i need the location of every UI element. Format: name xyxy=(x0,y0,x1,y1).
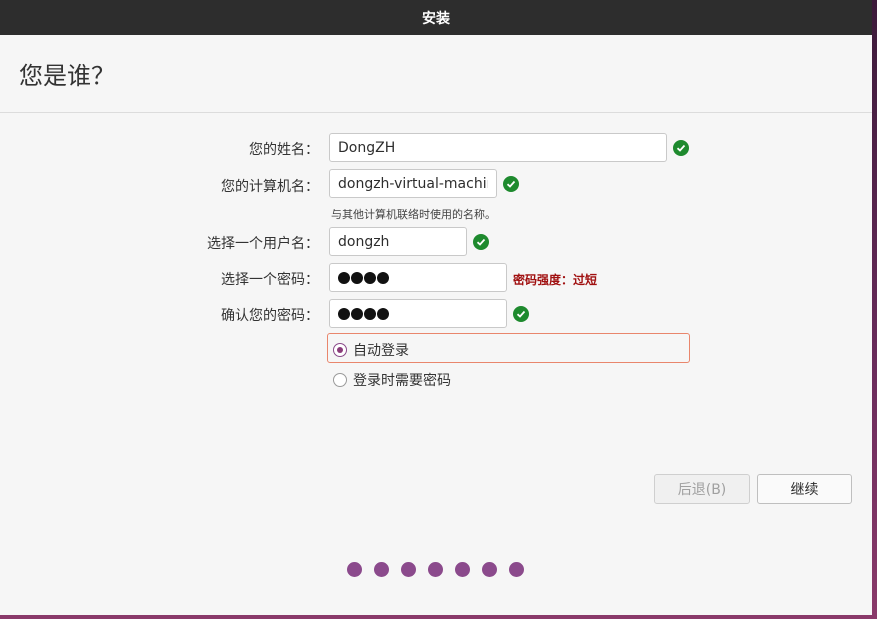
confirm-password-input[interactable] xyxy=(329,299,507,328)
progress-dot xyxy=(374,562,389,577)
confirm-valid-check-icon xyxy=(513,306,529,322)
computer-name-label: 您的计算机名： xyxy=(221,179,319,195)
username-label: 选择一个用户名： xyxy=(207,236,319,252)
auto-login-label: 自动登录 xyxy=(353,343,409,359)
progress-dot xyxy=(455,562,470,577)
auto-login-radio[interactable]: 自动登录 xyxy=(333,340,409,360)
installer-window: 安装 您是谁？ 您的姓名： 您的计算机名： 与其他计算机联络时使用的名称。 选择… xyxy=(0,0,872,615)
password-dot xyxy=(377,271,389,284)
password-input[interactable] xyxy=(329,263,507,292)
title-bar: 安装 xyxy=(0,0,872,35)
page-title: 您是谁？ xyxy=(19,62,115,90)
require-password-radio[interactable]: 登录时需要密码 xyxy=(333,370,451,390)
name-input[interactable] xyxy=(329,133,667,162)
continue-button[interactable]: 继续 xyxy=(757,474,852,504)
require-password-label: 登录时需要密码 xyxy=(353,373,451,389)
back-button[interactable]: 后退(B) xyxy=(654,474,750,504)
password-dot xyxy=(377,307,389,320)
password-dot xyxy=(351,307,363,320)
computer-name-valid-check-icon xyxy=(503,176,519,192)
progress-dot xyxy=(428,562,443,577)
password-strength-text: 密码强度：过短 xyxy=(513,273,598,287)
window-title: 安装 xyxy=(422,10,450,27)
radio-checked-icon xyxy=(333,343,347,357)
password-dot xyxy=(364,271,376,284)
progress-dot xyxy=(509,562,524,577)
computer-name-input[interactable] xyxy=(329,169,497,198)
name-label: 您的姓名： xyxy=(249,142,319,158)
username-input[interactable] xyxy=(329,227,467,256)
password-dot xyxy=(338,307,350,320)
name-valid-check-icon xyxy=(673,140,689,156)
progress-indicator xyxy=(347,562,536,577)
progress-dot xyxy=(347,562,362,577)
password-dot xyxy=(351,271,363,284)
radio-unchecked-icon xyxy=(333,373,347,387)
confirm-password-label: 确认您的密码： xyxy=(221,308,319,324)
username-valid-check-icon xyxy=(473,234,489,250)
password-label: 选择一个密码： xyxy=(221,272,319,288)
progress-dot xyxy=(482,562,497,577)
progress-dot xyxy=(401,562,416,577)
computer-name-hint: 与其他计算机联络时使用的名称。 xyxy=(331,208,496,221)
header-divider xyxy=(0,112,872,113)
password-dot xyxy=(364,307,376,320)
password-dot xyxy=(338,271,350,284)
